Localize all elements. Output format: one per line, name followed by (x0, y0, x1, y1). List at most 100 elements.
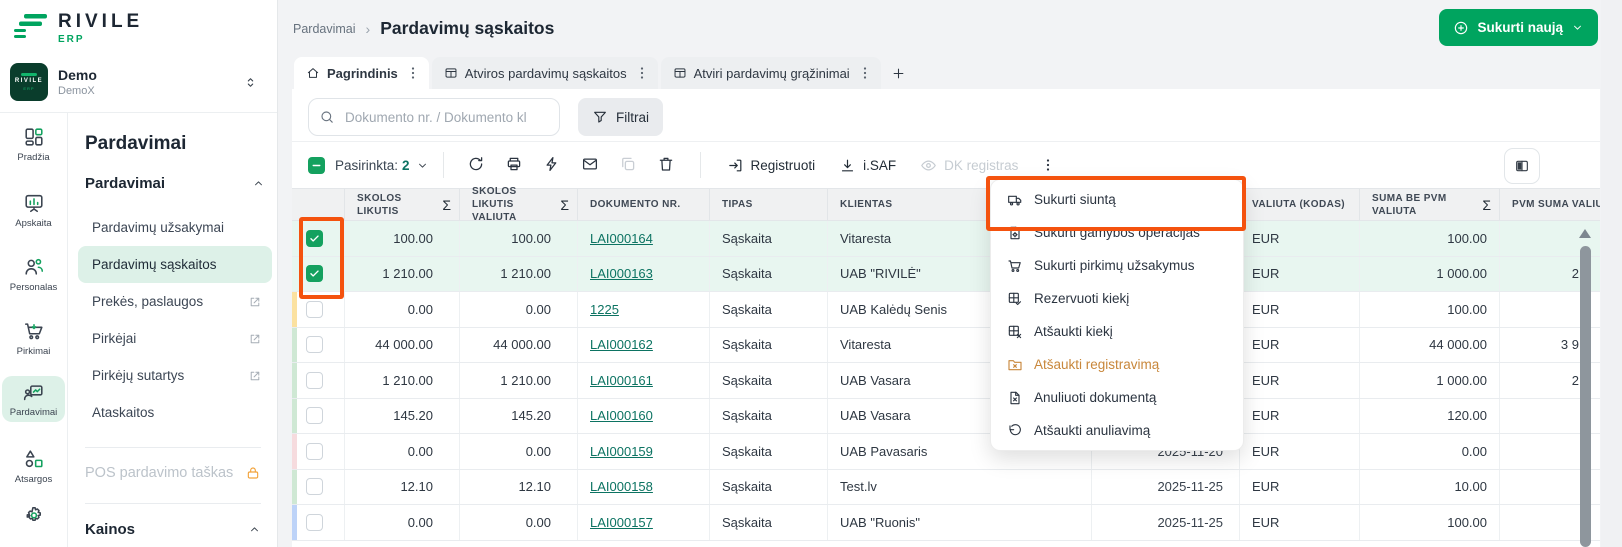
tab-kebab-icon[interactable] (634, 65, 650, 81)
table-row[interactable]: 12.1012.10LAI000158SąskaitaTest.lv2025-1… (292, 470, 1600, 506)
truck-icon (1007, 192, 1023, 208)
column-header-skolos[interactable]: SKOLOS LIKUTISΣ (345, 189, 460, 220)
selection-chevron-icon[interactable] (416, 159, 429, 172)
menu-item-undo[interactable]: Atšaukti anuliavimą (991, 414, 1243, 447)
table-row[interactable]: 1 210.001 210.00LAI000163SąskaitaUAB "RI… (292, 257, 1600, 293)
row-checkbox[interactable] (306, 478, 323, 495)
invoice-link[interactable]: LAI000164 (590, 231, 653, 246)
table-row[interactable]: 145.20145.20LAI000160SąskaitaUAB VasaraE… (292, 399, 1600, 435)
cell-suma: 44 000.00 (1360, 328, 1500, 363)
print-icon[interactable] (505, 155, 525, 175)
create-new-button[interactable]: Sukurti naują (1439, 9, 1598, 46)
column-header-suma[interactable]: SUMA BE PVM VALIUTAΣ (1360, 189, 1500, 220)
rail-item-personalas[interactable]: Personalas (0, 256, 67, 293)
invoice-link[interactable]: LAI000161 (590, 373, 653, 388)
sidebar-item-pirkėjų-sutartys[interactable]: Pirkėjų sutartys (78, 357, 272, 394)
tab-kebab-icon[interactable] (857, 65, 873, 81)
rail-item-atsargos[interactable]: Atsargos (0, 448, 67, 485)
rail-item-pradzia[interactable]: Pradžia (0, 126, 67, 163)
sidebar-section-kainos[interactable]: Kainos (85, 521, 261, 538)
rail-item-pardavimai[interactable]: Pardavimai (0, 376, 67, 422)
filter-button[interactable]: Filtrai (578, 98, 663, 136)
table-row[interactable]: 100.00100.00LAI000164SąskaitaVitarestaEU… (292, 221, 1600, 257)
sum-icon[interactable]: Σ (1482, 197, 1491, 213)
sum-icon[interactable]: Σ (560, 197, 569, 213)
menu-item-cart2[interactable]: Sukurti pirkimų užsakymus (991, 249, 1243, 282)
register-button[interactable]: Registruoti (727, 157, 816, 174)
select-all-checkbox[interactable] (308, 157, 325, 174)
pardavimai-icon (23, 382, 45, 404)
cell-valiuta: EUR (1240, 328, 1360, 363)
cell-valiuta: EUR (1240, 257, 1360, 292)
cell-skolos: 1 210.00 (345, 257, 460, 292)
row-checkbox[interactable] (306, 265, 323, 282)
column-header-pvm[interactable]: PVM SUMA VALIUTA (1500, 189, 1600, 220)
invoice-link[interactable]: LAI000159 (590, 444, 653, 459)
sidebar-item-pos[interactable]: POS pardavimo taškas (85, 465, 261, 481)
row-checkbox[interactable] (306, 230, 323, 247)
sidebar-item-pardavimų-sąskaitos[interactable]: Pardavimų sąskaitos (78, 246, 272, 283)
sidebar-item-pardavimų-užsakymai[interactable]: Pardavimų užsakymai (78, 209, 272, 246)
row-checkbox[interactable] (306, 407, 323, 424)
cell-suma: 100.00 (1360, 505, 1500, 540)
doc-x-icon (1007, 390, 1023, 406)
quick-action-icon[interactable] (543, 155, 563, 175)
menu-item-folder-x[interactable]: Atšaukti registravimą (991, 348, 1243, 381)
cell-tipas: Sąskaita (710, 470, 828, 505)
tab-pagrindinis[interactable]: Pagrindinis (294, 57, 429, 89)
column-header-dok[interactable]: DOKUMENTO NR. (578, 189, 710, 220)
search-input[interactable] (343, 109, 549, 126)
rail-item-pirkimai[interactable]: Pirkimai (0, 320, 67, 357)
scroll-up-arrow[interactable] (1579, 229, 1591, 238)
table-row[interactable]: 0.000.00LAI000159SąskaitaUAB Pavasaris20… (292, 434, 1600, 470)
cell-valiuta: EUR (1240, 363, 1360, 398)
delete-icon[interactable] (657, 155, 677, 175)
invoice-link[interactable]: LAI000160 (590, 408, 653, 423)
row-checkbox[interactable] (306, 443, 323, 460)
add-tab-button[interactable] (884, 57, 914, 89)
workspace-updown-icon[interactable] (243, 75, 258, 90)
sidebar-item-prekės-paslaugos[interactable]: Prekės, paslaugos (78, 283, 272, 320)
workspace-switcher[interactable]: RIVILE ERP Demo DemoX (10, 58, 266, 106)
row-checkbox[interactable] (306, 372, 323, 389)
cell-skolos_val: 100.00 (460, 221, 578, 256)
sum-icon[interactable]: Σ (442, 197, 451, 213)
vertical-scrollbar[interactable] (1580, 246, 1591, 547)
invoice-link[interactable]: LAI000158 (590, 479, 653, 494)
breadcrumb-root[interactable]: Pardavimai (293, 22, 356, 36)
table-row[interactable]: 1 210.001 210.00LAI000161SąskaitaUAB Vas… (292, 363, 1600, 399)
menu-item-grid-check[interactable]: Rezervuoti kiekį (991, 282, 1243, 315)
cell-skolos: 0.00 (345, 292, 460, 327)
isaf-button[interactable]: i.SAF (839, 157, 896, 174)
table-row[interactable]: 44 000.0044 000.00LAI000162SąskaitaVitar… (292, 328, 1600, 364)
column-header-tipas[interactable]: TIPAS (710, 189, 828, 220)
menu-item-doc-gear[interactable]: Sukurti gamybos operacijas (991, 216, 1243, 249)
refresh-icon[interactable] (467, 155, 487, 175)
invoice-link[interactable]: LAI000162 (590, 337, 653, 352)
row-checkbox[interactable] (306, 514, 323, 531)
column-header-skolos_val[interactable]: SKOLOS LIKUTIS VALIUTAΣ (460, 189, 578, 220)
sidebar-item-pirkėjai[interactable]: Pirkėjai (78, 320, 272, 357)
table-row[interactable]: 0.000.001225SąskaitaUAB Kalėdų SenisEUR1… (292, 292, 1600, 328)
tab-atviri-grazinimai[interactable]: Atviri pardavimų grąžinimai (661, 57, 881, 89)
more-actions-kebab-icon[interactable] (1040, 157, 1056, 173)
email-icon[interactable] (581, 155, 601, 175)
tab-atviros-saskaitos[interactable]: Atviros pardavimų sąskaitos (432, 57, 658, 89)
menu-item-grid-x[interactable]: Atšaukti kiekį (991, 315, 1243, 348)
invoice-link[interactable]: LAI000163 (590, 266, 653, 281)
table-row[interactable]: 0.000.00LAI000157SąskaitaUAB "Ruonis"202… (292, 505, 1600, 541)
rail-item-apskaita[interactable]: Apskaita (0, 192, 67, 229)
row-checkbox[interactable] (306, 301, 323, 318)
row-checkbox[interactable] (306, 336, 323, 353)
split-view-button[interactable] (1504, 148, 1540, 184)
rail-item-settings[interactable] (0, 505, 67, 527)
settings-icon (23, 505, 45, 527)
column-header-valiuta[interactable]: VALIUTA (KODAS) (1240, 189, 1360, 220)
invoice-link[interactable]: 1225 (590, 302, 619, 317)
sidebar-section-pardavimai[interactable]: Pardavimai (85, 175, 265, 192)
sidebar-item-ataskaitos[interactable]: Ataskaitos (78, 394, 272, 431)
invoice-link[interactable]: LAI000157 (590, 515, 653, 530)
menu-item-doc-x[interactable]: Anuliuoti dokumentą (991, 381, 1243, 414)
tab-kebab-icon[interactable] (405, 65, 421, 81)
menu-item-truck[interactable]: Sukurti siuntą (991, 183, 1243, 216)
